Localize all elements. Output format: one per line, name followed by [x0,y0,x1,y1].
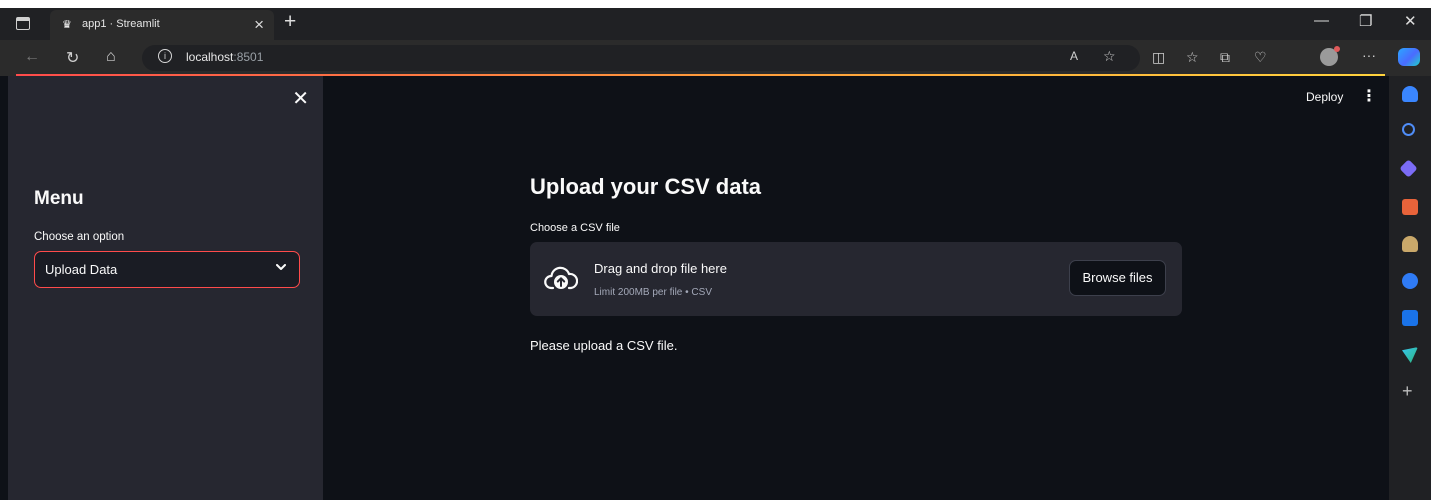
browser-tab-bar: ♛ app1 · Streamlit × + — ❐ ✕ [0,0,1431,40]
url-port: :8501 [233,50,264,64]
browser-tab[interactable]: ♛ app1 · Streamlit × [50,10,274,40]
dropzone-limit: Limit 200MB per file • CSV [594,287,712,298]
browse-files-button[interactable]: Browse files [1069,260,1166,296]
dropzone-title: Drag and drop file here [594,261,727,276]
tab-close-icon[interactable]: × [254,15,264,35]
favorite-star-icon[interactable]: ☆ [1103,48,1116,65]
copilot-icon[interactable] [1398,48,1420,66]
new-tab-button[interactable]: + [284,10,296,34]
window-close-icon[interactable]: ✕ [1404,12,1417,30]
tab-title: app1 · Streamlit [82,18,160,30]
search-icon[interactable] [1402,123,1415,136]
edge-sidebar: + [1389,76,1431,500]
select-label: Choose an option [34,231,125,243]
refresh-icon[interactable]: ↻ [66,48,79,68]
copilot-sidebar-icon[interactable] [1402,273,1418,289]
site-info-icon[interactable]: i [158,49,172,63]
upload-prompt-text: Please upload a CSV file. [530,338,678,353]
chevron-down-icon [276,260,286,274]
file-uploader-label: Choose a CSV file [530,222,620,234]
url-text: localhost:8501 [186,50,263,64]
main-content: Deploy ⋮ Upload your CSV data Choose a C… [323,76,1389,500]
streamlit-favicon-icon: ♛ [62,19,72,31]
more-icon[interactable]: ··· [1362,47,1376,63]
main-menu-icon[interactable]: ⋮ [1361,86,1377,106]
sidebar-menu-title: Menu [34,188,84,209]
tab-actions-icon[interactable] [16,17,30,30]
home-icon[interactable]: ⌂ [106,48,116,66]
page-title: Upload your CSV data [530,174,762,199]
read-aloud-icon[interactable]: A [1070,49,1078,63]
favorites-icon[interactable]: ☆ [1186,49,1199,66]
back-icon[interactable]: ← [24,48,40,66]
restore-icon[interactable]: ❐ [1359,12,1372,30]
split-screen-icon[interactable]: ◫ [1152,49,1165,66]
sidebar-close-icon[interactable]: ✕ [292,86,309,111]
performance-icon[interactable]: ♡ [1254,49,1267,66]
address-toolbar: ← ↻ ⌂ i localhost:8501 A ☆ ◫ ☆ ⧉ ♡ ··· [0,40,1431,76]
cloud-upload-icon [544,266,579,292]
games-icon[interactable] [1402,236,1418,252]
deploy-button[interactable]: Deploy [1306,90,1343,104]
send-icon[interactable] [1402,347,1418,363]
url-host: localhost [186,50,234,64]
selected-option: Upload Data [45,262,118,277]
shopping-tag-icon[interactable] [1399,159,1418,178]
tools-icon[interactable] [1402,199,1418,215]
address-bar[interactable]: i localhost:8501 A ☆ [142,45,1140,71]
profile-avatar[interactable] [1320,46,1340,66]
add-sidebar-app-icon[interactable]: + [1402,381,1413,402]
notifications-icon[interactable] [1402,86,1418,102]
collections-icon[interactable]: ⧉ [1220,49,1230,66]
minimize-icon[interactable]: — [1314,12,1329,29]
file-dropzone[interactable]: Drag and drop file here Limit 200MB per … [530,242,1182,316]
outlook-icon[interactable] [1402,310,1418,326]
option-select[interactable]: Upload Data [34,251,300,288]
app-sidebar: ✕ Menu Choose an option Upload Data [8,76,323,500]
